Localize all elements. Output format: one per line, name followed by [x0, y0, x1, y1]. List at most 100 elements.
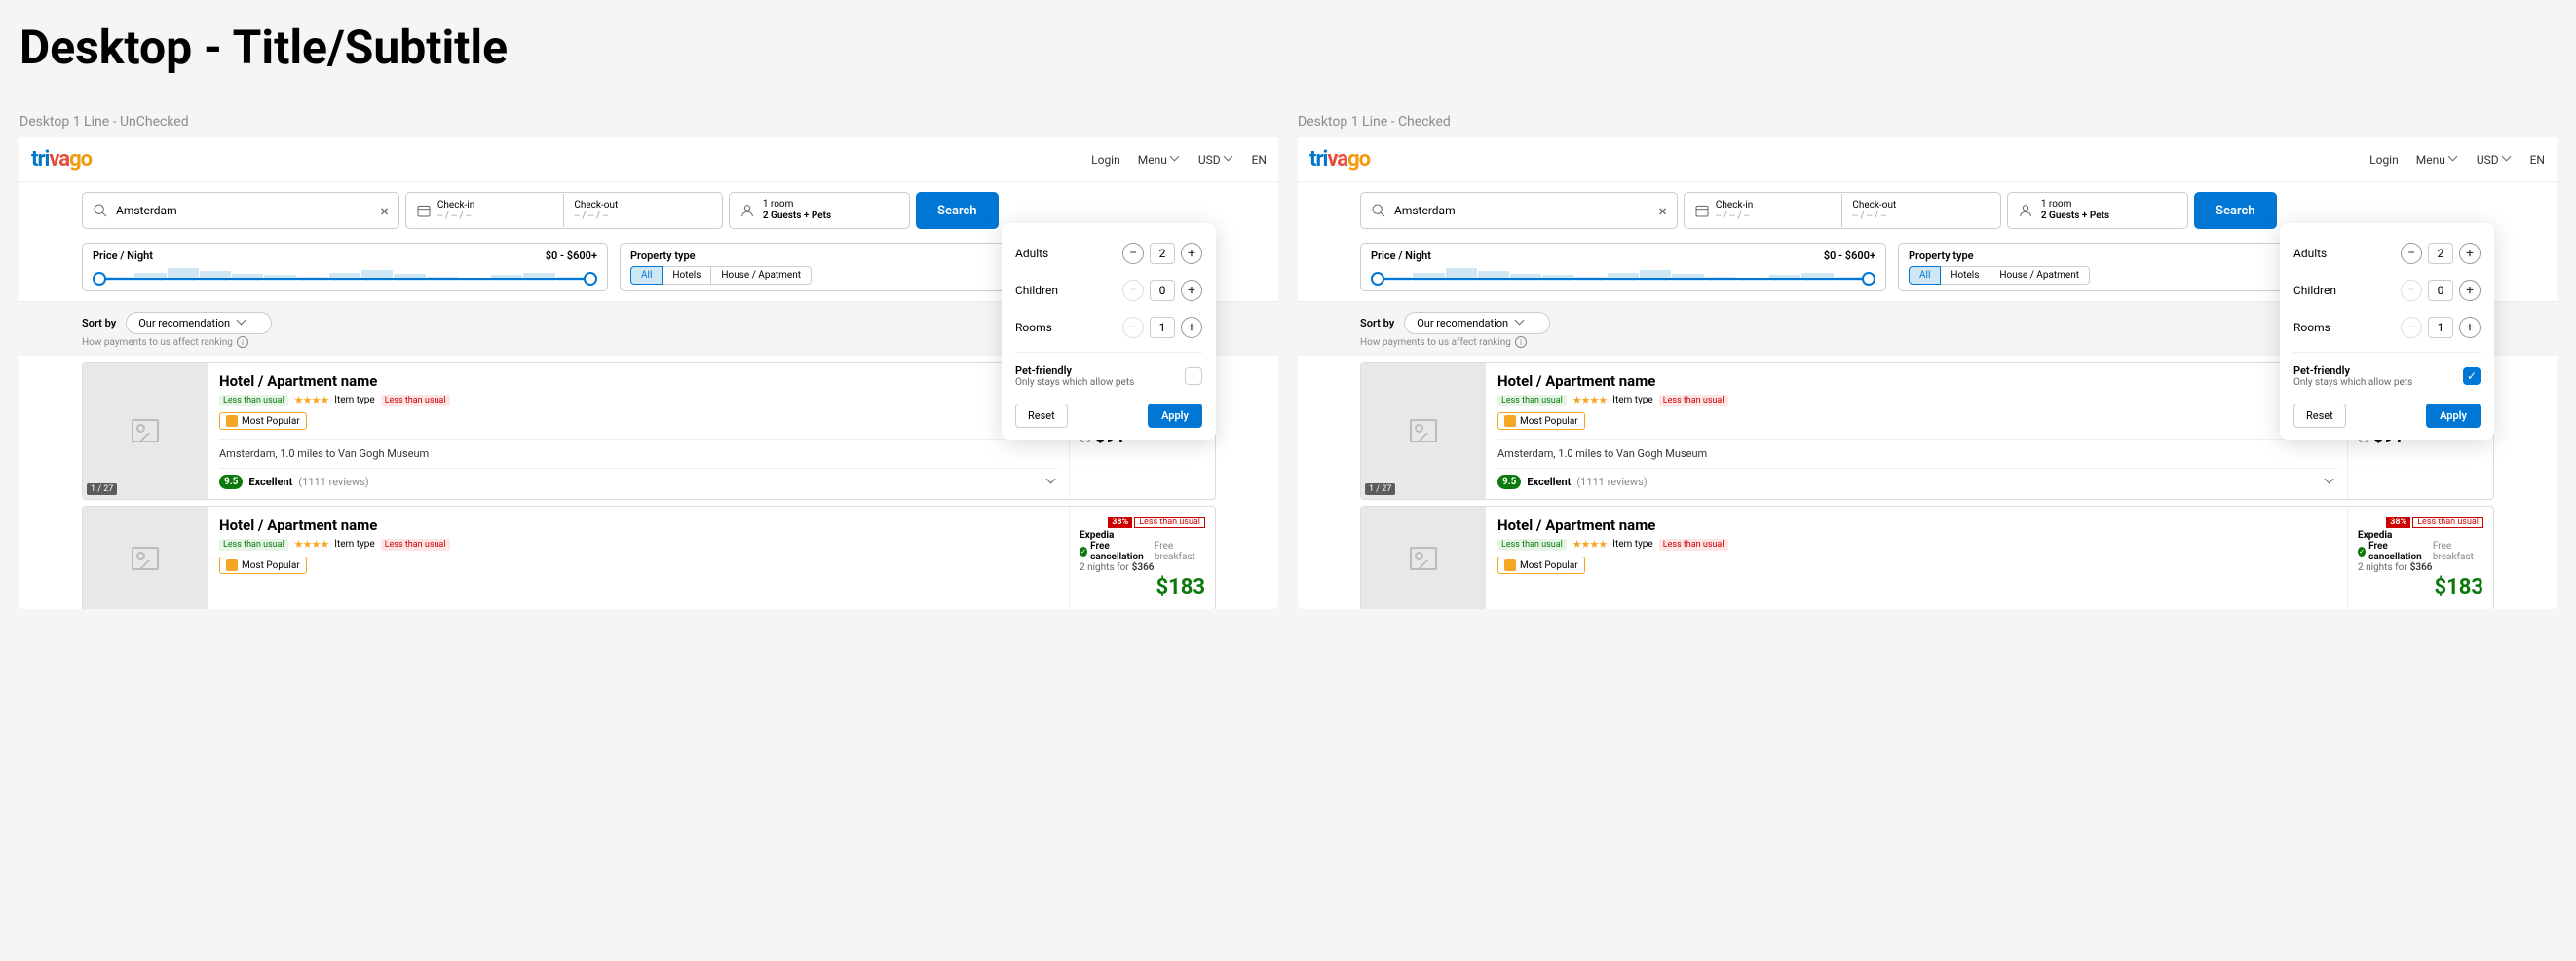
slider-min-thumb[interactable] — [1371, 272, 1384, 286]
check-icon: ✓ — [2358, 547, 2366, 557]
page-title: Desktop - Title/Subtitle — [19, 19, 2557, 75]
reset-button[interactable]: Reset — [2293, 404, 2346, 428]
dates-input[interactable]: Check-in-- / -- / -- Check-out-- / -- / … — [1684, 192, 2001, 229]
rooms-label: Rooms — [2293, 321, 2330, 334]
lang-select[interactable]: EN — [2530, 153, 2545, 167]
destination-input[interactable]: Amsterdam × — [1360, 192, 1678, 229]
destination-input[interactable]: Amsterdam × — [82, 192, 399, 229]
adults-minus-button[interactable]: − — [1122, 243, 1144, 264]
hotel-card[interactable]: Hotel / Apartment name Less than usual ★… — [1360, 506, 2494, 609]
apply-button[interactable]: Apply — [2426, 404, 2481, 428]
children-plus-button[interactable]: + — [2459, 280, 2481, 301]
clear-icon[interactable]: × — [380, 202, 389, 220]
children-value: 0 — [1150, 280, 1175, 301]
sort-select[interactable]: Our recomendation — [126, 312, 272, 334]
prop-tab-hotels[interactable]: Hotels — [1941, 266, 1989, 285]
hotel-card[interactable]: Hotel / Apartment name Less than usual ★… — [82, 506, 1216, 609]
app-header: trivago Login Menu USD EN — [1298, 137, 2557, 182]
most-popular-badge: Most Popular — [219, 412, 307, 430]
dates-input[interactable]: Check-in-- / -- / -- Check-out-- / -- / … — [405, 192, 723, 229]
login-link[interactable]: Login — [1091, 153, 1120, 167]
variant-unchecked: Desktop 1 Line - UnChecked trivago Login… — [19, 114, 1278, 609]
chevron-down-icon — [2326, 478, 2335, 487]
sort-select[interactable]: Our recomendation — [1404, 312, 1550, 334]
image-counter: 1 / 27 — [87, 483, 117, 495]
clear-icon[interactable]: × — [1658, 202, 1667, 220]
rating-badge: 9.5 — [1497, 475, 1521, 489]
star-rating-icon: ★★★★ — [1572, 394, 1607, 406]
sort-label: Sort by — [82, 317, 116, 329]
adults-label: Adults — [1015, 247, 1048, 260]
image-placeholder-icon — [1410, 419, 1437, 442]
calendar-icon — [1694, 203, 1710, 218]
image-placeholder-icon — [132, 419, 159, 442]
hotel-image[interactable]: 1 / 27 — [83, 363, 208, 499]
hotel-location: Amsterdam, 1.0 miles to Van Gogh Museum — [219, 439, 1057, 468]
star-rating-icon: ★★★★ — [294, 538, 328, 551]
most-popular-badge: Most Popular — [219, 557, 307, 574]
hotel-image[interactable] — [83, 507, 208, 609]
menu-link[interactable]: Menu — [1138, 153, 1181, 167]
hotel-location: Amsterdam, 1.0 miles to Van Gogh Museum — [1497, 439, 2335, 468]
adults-plus-button[interactable]: + — [1181, 243, 1202, 264]
search-button[interactable]: Search — [916, 192, 999, 229]
children-plus-button[interactable]: + — [1181, 280, 1202, 301]
rating-row[interactable]: 9.5 Excellent (1111 reviews) — [219, 468, 1057, 489]
deal-source: Expedia — [2358, 530, 2483, 541]
prop-tab-house[interactable]: House / Apatment — [1989, 266, 2090, 285]
slider-min-thumb[interactable] — [93, 272, 106, 286]
guests-dropdown: Adults − 2 + Children − 0 + Rooms − 1 + … — [2280, 223, 2494, 440]
search-icon — [1371, 203, 1386, 218]
tag-less-than-usual: Less than usual — [219, 539, 288, 551]
pet-friendly-checkbox[interactable]: ✓ — [2463, 367, 2481, 385]
lang-select[interactable]: EN — [1252, 153, 1267, 167]
search-button[interactable]: Search — [2194, 192, 2277, 229]
tag-less-than-usual: Less than usual — [1497, 395, 1567, 406]
deal-panel[interactable]: 38%Less than usual Expedia ✓Free cancell… — [2347, 507, 2493, 609]
slider-max-thumb[interactable] — [1862, 272, 1875, 286]
hotel-name: Hotel / Apartment name — [1497, 372, 2335, 390]
adults-minus-button[interactable]: − — [2401, 243, 2422, 264]
rooms-plus-button[interactable]: + — [1181, 317, 1202, 338]
search-icon — [93, 203, 108, 218]
prop-tab-house[interactable]: House / Apatment — [711, 266, 812, 285]
rooms-stepper: − 1 + — [1122, 317, 1202, 338]
trivago-logo[interactable]: trivago — [31, 147, 92, 172]
currency-select[interactable]: USD — [2477, 153, 2513, 167]
header-nav: Login Menu USD EN — [1091, 153, 1267, 167]
rooms-label: Rooms — [1015, 321, 1052, 334]
pet-friendly-checkbox[interactable] — [1185, 367, 1202, 385]
screen: trivago Login Menu USD EN Amsterdam × Ch… — [1298, 137, 2557, 609]
hotel-image[interactable] — [1361, 507, 1486, 609]
prop-tab-all[interactable]: All — [630, 266, 663, 285]
sort-label: Sort by — [1360, 317, 1394, 329]
trivago-logo[interactable]: trivago — [1309, 147, 1370, 172]
tag-less-than-usual: Less than usual — [1497, 539, 1567, 551]
guests-input[interactable]: 1 room2 Guests + Pets — [729, 192, 910, 229]
rating-badge: 9.5 — [219, 475, 243, 489]
menu-link[interactable]: Menu — [2416, 153, 2459, 167]
price-filter[interactable]: Price / Night$0 - $600+ — [82, 243, 608, 291]
rating-row[interactable]: 9.5 Excellent (1111 reviews) — [1497, 468, 2335, 489]
chevron-down-icon — [238, 319, 247, 328]
item-type: Item type — [334, 539, 374, 550]
rooms-plus-button[interactable]: + — [2459, 317, 2481, 338]
slider-max-thumb[interactable] — [584, 272, 597, 286]
pet-friendly-label: Pet-friendly Only stays which allow pets — [1015, 365, 1134, 388]
price-filter[interactable]: Price / Night$0 - $600+ — [1360, 243, 1886, 291]
variants-container: Desktop 1 Line - UnChecked trivago Login… — [19, 114, 2557, 609]
adults-plus-button[interactable]: + — [2459, 243, 2481, 264]
adults-stepper: − 2 + — [2401, 243, 2481, 264]
login-link[interactable]: Login — [2369, 153, 2399, 167]
guests-input[interactable]: 1 room2 Guests + Pets — [2007, 192, 2188, 229]
reset-button[interactable]: Reset — [1015, 404, 1068, 428]
discount-badge: 38% — [1108, 517, 1132, 528]
prop-tab-hotels[interactable]: Hotels — [663, 266, 711, 285]
apply-button[interactable]: Apply — [1148, 404, 1202, 428]
hotel-image[interactable]: 1 / 27 — [1361, 363, 1486, 499]
check-icon: ✓ — [1080, 547, 1087, 557]
prop-tab-all[interactable]: All — [1909, 266, 1941, 285]
star-rating-icon: ★★★★ — [294, 394, 328, 406]
deal-panel[interactable]: 38%Less than usual Expedia ✓Free cancell… — [1069, 507, 1215, 609]
currency-select[interactable]: USD — [1198, 153, 1234, 167]
